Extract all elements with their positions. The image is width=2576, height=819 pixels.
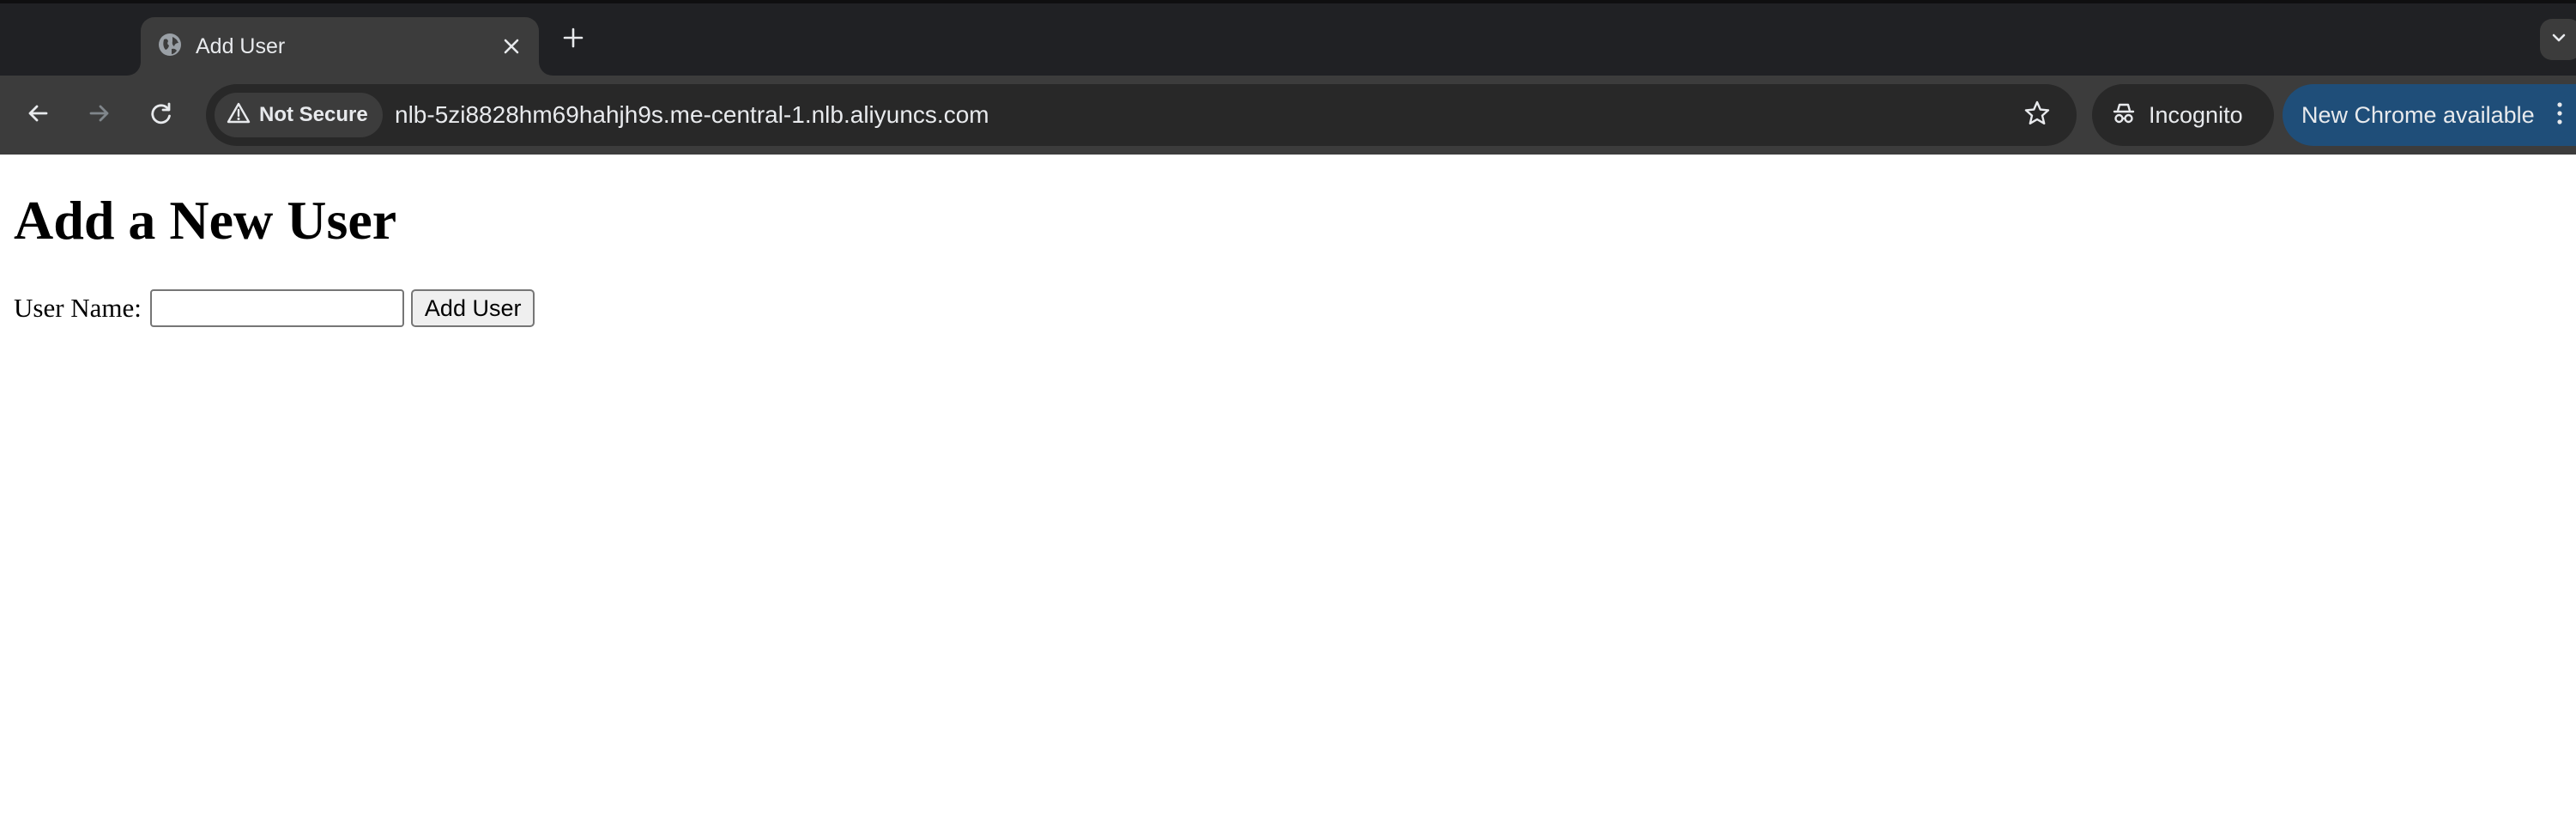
tab-search-button[interactable] [2540,19,2576,60]
forward-button[interactable] [77,93,122,137]
browser-toolbar: Not Secure nlb-5zi8828hm69hahjh9s.me-cen… [0,76,2576,155]
user-name-input[interactable] [149,289,404,327]
user-name-label: User Name: [14,293,142,323]
reload-icon [148,100,174,130]
incognito-label: Incognito [2149,101,2243,128]
plus-icon [562,27,584,53]
incognito-indicator[interactable]: Incognito [2092,84,2274,146]
add-user-form: User Name: Add User [14,288,535,328]
incognito-icon [2111,100,2137,130]
tab-corner-right [539,62,553,76]
warning-triangle-icon [227,101,251,130]
url-text[interactable]: nlb-5zi8828hm69hahjh9s.me-central-1.nlb.… [395,84,989,146]
kebab-menu-icon [2556,100,2563,130]
page-content: Add a New User User Name: Add User [0,155,2576,819]
window-top-border [0,0,2576,3]
browser-chrome: Add User Not Secure nlb-5zi8828hm69hahjh… [0,0,2576,155]
back-button[interactable] [15,93,60,137]
security-label: Not Secure [259,103,368,126]
update-chrome-button[interactable]: New Chrome available [2283,84,2576,146]
globe-icon [156,31,184,58]
close-icon[interactable] [494,29,529,64]
update-label: New Chrome available [2301,101,2535,128]
new-tab-button[interactable] [554,21,592,58]
tab-title: Add User [196,34,286,58]
chevron-down-icon [2550,29,2567,51]
star-icon [2023,100,2051,131]
add-user-button[interactable]: Add User [410,289,535,327]
browser-menu-button[interactable] [2547,84,2573,146]
tab-active[interactable]: Add User [141,17,539,76]
arrow-left-icon [25,100,51,130]
page-title: Add a New User [14,190,397,251]
bookmark-button[interactable] [2017,94,2058,136]
reload-button[interactable] [139,93,184,137]
security-indicator[interactable]: Not Secure [215,93,383,137]
address-bar[interactable]: Not Secure nlb-5zi8828hm69hahjh9s.me-cen… [206,84,2077,146]
arrow-right-icon [87,100,112,130]
tab-corner-left [127,62,141,76]
